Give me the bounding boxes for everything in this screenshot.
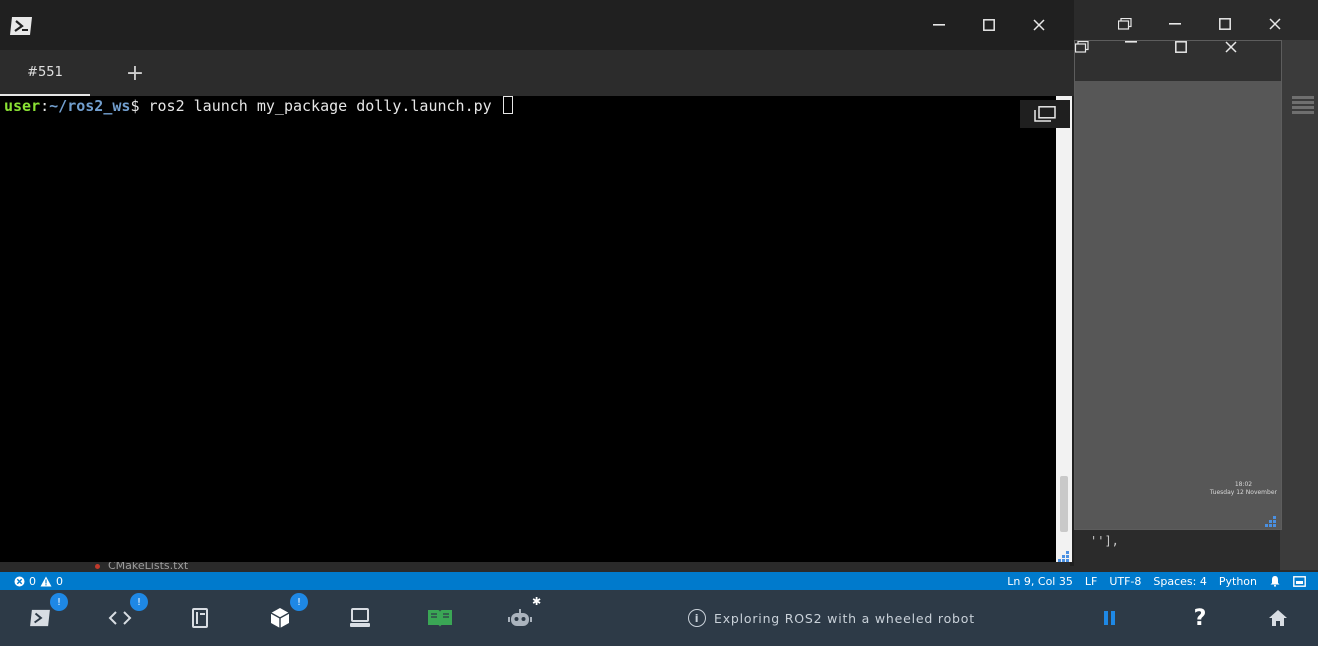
terminal-tab-bar: #551 + xyxy=(0,50,1074,96)
clock-time: 18:02 xyxy=(1234,481,1253,488)
dock-desktop-button[interactable] xyxy=(320,590,400,646)
terminal-titlebar[interactable] xyxy=(0,0,1074,50)
tab-551[interactable]: #551 xyxy=(0,50,90,96)
maximize-icon[interactable] xyxy=(1200,8,1250,40)
restore-icon[interactable] xyxy=(1100,8,1150,40)
badge-terminal: ! xyxy=(50,593,68,611)
terminal-output[interactable]: user:~/ros2_ws$ ros2 launch my_package d… xyxy=(0,96,1056,562)
cube-icon xyxy=(270,608,290,628)
robot-icon xyxy=(508,609,532,626)
outer-window-controls xyxy=(1100,8,1300,40)
warning-icon xyxy=(40,576,52,586)
close-icon[interactable] xyxy=(1225,41,1275,81)
notebook-icon xyxy=(192,608,208,628)
dock-book-button[interactable] xyxy=(400,590,480,646)
terminal-line: user:~/ros2_ws$ ros2 launch my_package d… xyxy=(4,96,1052,116)
popout-window-button[interactable] xyxy=(1020,100,1070,128)
terminal-app-icon xyxy=(10,16,34,36)
minimize-icon[interactable] xyxy=(1125,41,1175,81)
info-icon[interactable]: i xyxy=(688,609,706,627)
close-icon[interactable] xyxy=(1014,9,1064,41)
ide-minimap xyxy=(1280,40,1318,570)
badge-ros: ! xyxy=(290,593,308,611)
line-ending[interactable]: LF xyxy=(1085,575,1097,588)
bottom-dock: ! ! ! ✱ i Exploring ROS2 with a wheeled … xyxy=(0,590,1318,646)
ide-file-tree-peek: CMakeLists.txt xyxy=(0,562,1070,572)
error-count: 0 xyxy=(29,574,36,588)
terminal-window-controls xyxy=(914,9,1064,41)
file-name[interactable]: CMakeLists.txt xyxy=(108,562,188,572)
bell-icon[interactable] xyxy=(1269,575,1281,587)
warning-count: 0 xyxy=(56,574,63,588)
middle-window-titlebar[interactable] xyxy=(1075,41,1281,81)
minimize-icon[interactable] xyxy=(1150,8,1200,40)
dock-home-button[interactable] xyxy=(1238,590,1318,646)
course-title: i Exploring ROS2 with a wheeled robot xyxy=(688,590,975,646)
ide-code-fragment: ''], xyxy=(1090,534,1119,548)
dock-ros-package-button[interactable]: ! xyxy=(240,590,320,646)
prompt-path: ~/ros2_ws xyxy=(49,97,131,115)
dock-code-editor-button[interactable]: ! xyxy=(80,590,160,646)
restore-icon[interactable] xyxy=(1075,41,1125,81)
problems-indicator[interactable]: 0 0 xyxy=(0,575,63,588)
feedback-icon[interactable] xyxy=(1293,575,1306,587)
language-mode[interactable]: Python xyxy=(1219,575,1257,588)
middle-window-content: 18:02 Tuesday 12 November xyxy=(1075,81,1281,529)
code-icon xyxy=(108,611,132,625)
prompt-user: user xyxy=(4,97,41,115)
maximize-icon[interactable] xyxy=(1175,41,1225,81)
dock-help-button[interactable]: ? xyxy=(1160,590,1240,646)
pause-icon xyxy=(1104,611,1115,625)
hamburger-icon[interactable] xyxy=(1292,96,1314,114)
maximize-icon[interactable] xyxy=(964,9,1014,41)
dock-notebook-button[interactable] xyxy=(160,590,240,646)
terminal-icon xyxy=(30,609,50,627)
clock-widget: 18:02 Tuesday 12 November xyxy=(1210,481,1277,497)
clock-date: Tuesday 12 November xyxy=(1209,489,1277,496)
badge-code: ! xyxy=(130,593,148,611)
course-title-text: Exploring ROS2 with a wheeled robot xyxy=(714,610,975,626)
home-icon xyxy=(1269,610,1287,626)
terminal-scrollbar[interactable] xyxy=(1056,96,1072,562)
minimize-icon[interactable] xyxy=(914,9,964,41)
desktop: ''], 18:02 Tuesday 12 November #551 + us… xyxy=(0,0,1318,646)
encoding[interactable]: UTF-8 xyxy=(1109,575,1141,588)
book-icon xyxy=(428,610,452,627)
robot-status-star: ✱ xyxy=(532,595,542,608)
indentation[interactable]: Spaces: 4 xyxy=(1153,575,1206,588)
add-tab-button[interactable]: + xyxy=(122,60,148,86)
text-cursor xyxy=(502,96,513,114)
prompt-separator: : xyxy=(40,97,50,115)
laptop-icon xyxy=(350,608,370,627)
resize-grip-icon[interactable] xyxy=(1058,548,1070,562)
resize-grip-icon[interactable] xyxy=(1265,513,1277,527)
cursor-position[interactable]: Ln 9, Col 35 xyxy=(1007,575,1073,588)
dock-terminal-button[interactable]: ! xyxy=(0,590,80,646)
dock-pause-button[interactable] xyxy=(1070,590,1150,646)
middle-window: 18:02 Tuesday 12 November xyxy=(1074,40,1282,530)
command-text: ros2 launch my_package dolly.launch.py xyxy=(139,97,501,115)
close-icon[interactable] xyxy=(1250,8,1300,40)
error-icon xyxy=(14,576,25,586)
popout-icon xyxy=(1034,106,1056,122)
dock-robot-button[interactable]: ✱ xyxy=(480,590,560,646)
file-error-dot-icon xyxy=(95,564,100,569)
scrollbar-thumb[interactable] xyxy=(1060,476,1068,532)
status-bar: 0 0 Ln 9, Col 35 LF UTF-8 Spaces: 4 Pyth… xyxy=(0,572,1318,590)
